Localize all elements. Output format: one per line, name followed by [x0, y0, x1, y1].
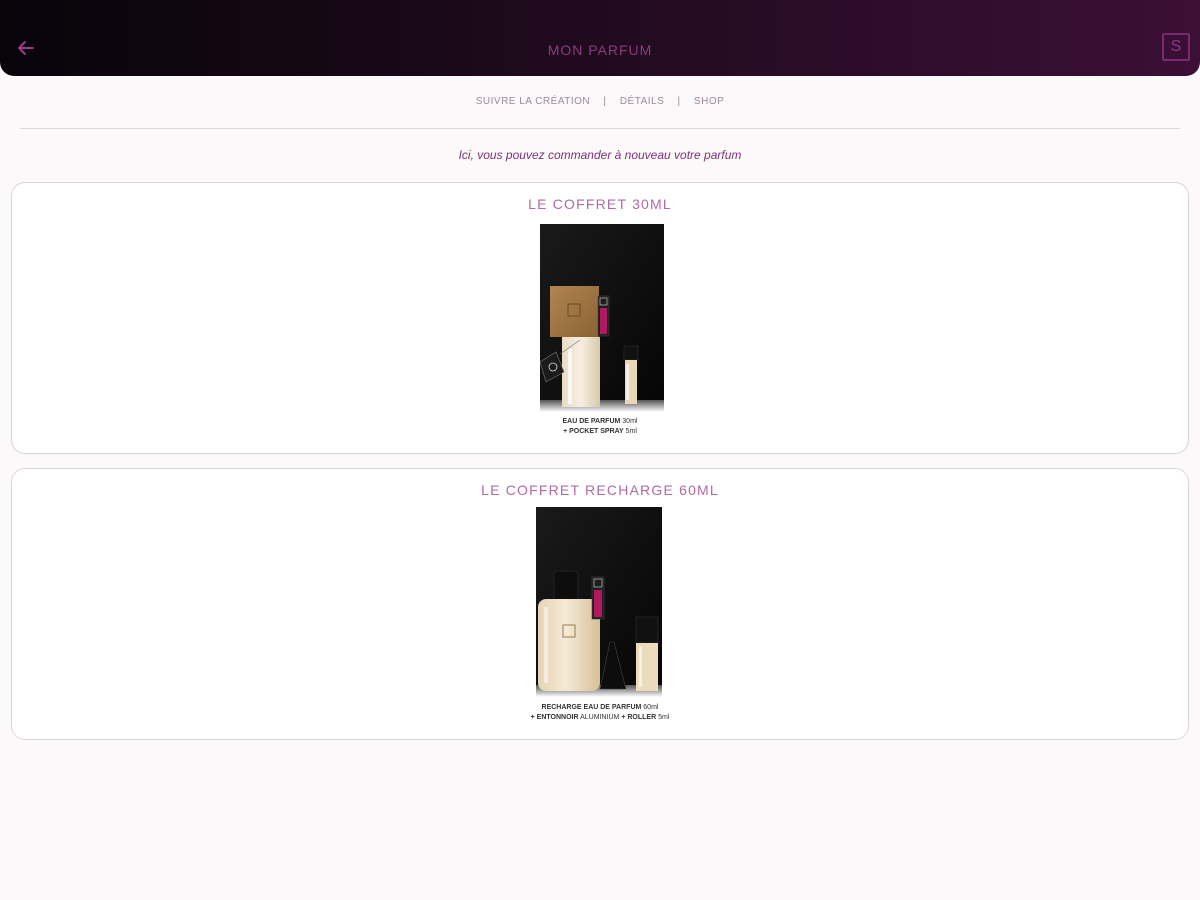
tab-details[interactable]: DÉTAILS — [620, 96, 664, 107]
product-image-coffret-recharge-60ml — [536, 507, 662, 697]
caption-bold: + ROLLER — [621, 714, 657, 721]
product-card-coffret-30ml[interactable]: LE COFFRET 30ML EAU DE PARFUM 30ml + POC… — [11, 182, 1189, 454]
product-card-coffret-recharge-60ml[interactable]: LE COFFRET RECHARGE 60ML RECHARGE EAU DE… — [11, 468, 1189, 740]
page-title: MON PARFUM — [547, 42, 653, 58]
logo-letter: S — [1170, 38, 1182, 55]
caption-text: 30ml — [620, 418, 638, 425]
caption-text: 60ml — [641, 704, 659, 711]
product-caption: RECHARGE EAU DE PARFUM 60ml + ENTONNOIR … — [12, 703, 1188, 723]
intro-text: Ici, vous pouvez commander à nouveau vot… — [458, 148, 742, 162]
brand-logo[interactable]: S — [1162, 33, 1190, 61]
caption-text: 5ml — [656, 714, 670, 721]
product-image-coffret-30ml — [540, 224, 664, 412]
tab-shop[interactable]: SHOP — [694, 96, 724, 107]
sub-navigation: SUIVRE LA CRÉATION | DÉTAILS | SHOP — [0, 96, 1200, 107]
product-title: LE COFFRET RECHARGE 60ML — [481, 482, 719, 498]
subnav-separator: | — [677, 96, 681, 107]
app-screen: MON PARFUM S SUIVRE LA CRÉATION | DÉTAIL… — [0, 0, 1200, 900]
gift-box-illustration — [540, 224, 664, 412]
caption-text: ALUMINIUM — [578, 714, 622, 721]
divider — [20, 128, 1180, 129]
app-header: MON PARFUM S — [0, 0, 1200, 76]
caption-text: 5ml — [623, 428, 637, 435]
product-title: LE COFFRET 30ML — [528, 196, 672, 212]
product-caption: EAU DE PARFUM 30ml + POCKET SPRAY 5ml — [12, 417, 1188, 437]
caption-bold: RECHARGE EAU DE PARFUM — [541, 704, 642, 711]
caption-bold: EAU DE PARFUM — [562, 418, 621, 425]
subnav-separator: | — [603, 96, 607, 107]
caption-bold: + POCKET SPRAY — [563, 428, 624, 435]
tab-suivre-la-creation[interactable]: SUIVRE LA CRÉATION — [476, 96, 590, 107]
gift-box-illustration — [536, 507, 662, 697]
caption-bold: + ENTONNOIR — [530, 714, 579, 721]
